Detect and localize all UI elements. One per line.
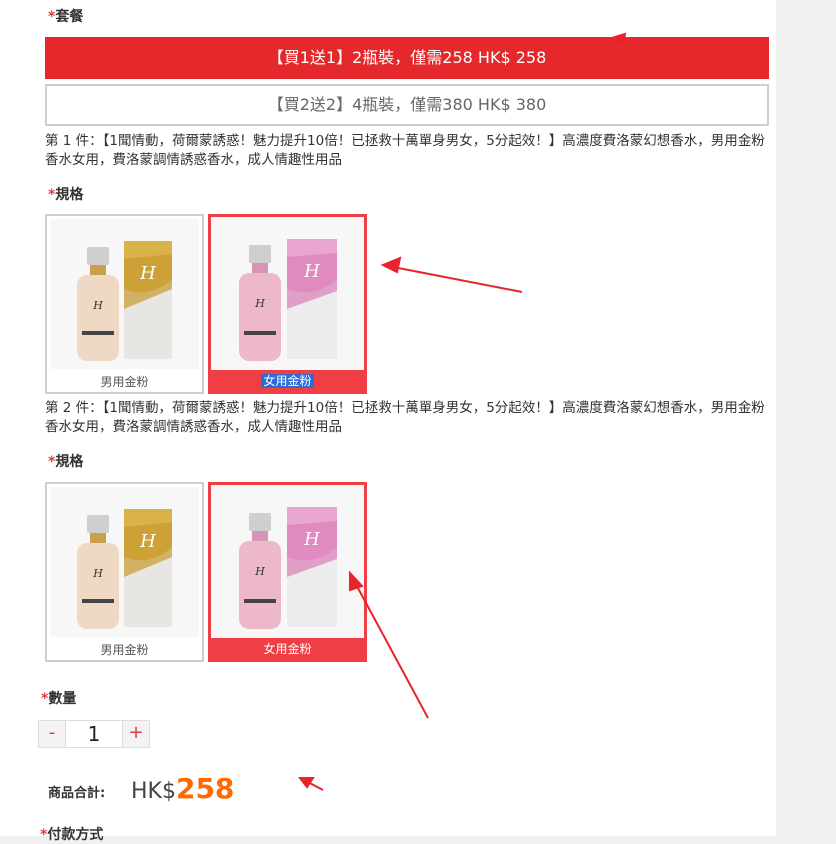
quantity-decrement-button[interactable]: - xyxy=(39,721,65,747)
spec-option-women-pink[interactable]: H H 女用金粉 xyxy=(208,214,367,394)
spec-caption: 男用金粉 xyxy=(100,375,149,389)
svg-text:H: H xyxy=(303,261,320,282)
package-option-label: 【買2送2】4瓶裝，僅需380 HK$ 380 xyxy=(267,95,547,114)
quantity-input[interactable]: 1 xyxy=(65,721,123,747)
svg-text:H: H xyxy=(254,297,265,310)
total-price: HK$258 xyxy=(131,772,234,805)
product-image-gold: H H xyxy=(50,487,199,637)
order-panel: *套餐 【買1送1】2瓶裝，僅需258 HK$ 258 【買2送2】4瓶裝，僅需… xyxy=(0,0,776,843)
payment-label: *付款方式 xyxy=(40,827,104,843)
quantity-stepper: - 1 + xyxy=(38,720,150,748)
svg-text:H: H xyxy=(254,565,265,578)
item-1-description: 第 1 件：【1聞情動，荷爾蒙誘惑！魅力提升10倍！已拯救十萬單身男女，5分起效… xyxy=(45,133,765,168)
spec-option-women-pink[interactable]: H H 女用金粉 xyxy=(208,482,367,662)
total-amount: 258 xyxy=(175,772,235,805)
svg-text:H: H xyxy=(92,567,103,580)
total-label: 商品合計: xyxy=(48,786,106,801)
package-option-2[interactable]: 【買2送2】4瓶裝，僅需380 HK$ 380 xyxy=(45,84,769,126)
perfume-bottle-pink-icon: H H xyxy=(211,485,364,638)
spec-caption: 女用金粉 xyxy=(261,374,314,388)
product-image-pink: H H xyxy=(211,485,364,638)
product-image-gold: H H xyxy=(50,219,199,369)
perfume-bottle-gold-icon: H H xyxy=(50,219,199,369)
currency: HK$ xyxy=(131,779,176,804)
spec-option-men-gold[interactable]: H H 男用金粉 xyxy=(45,214,204,394)
perfume-bottle-gold-icon: H H xyxy=(50,487,199,637)
spec-caption: 男用金粉 xyxy=(100,643,149,657)
svg-text:H: H xyxy=(139,263,156,284)
item-1-spec-label: *規格 xyxy=(48,187,84,203)
quantity-increment-button[interactable]: + xyxy=(123,721,149,747)
perfume-bottle-pink-icon: H H xyxy=(211,217,364,370)
spec-option-men-gold[interactable]: H H 男用金粉 xyxy=(45,482,204,662)
svg-text:H: H xyxy=(303,529,320,550)
spec-caption: 女用金粉 xyxy=(263,642,312,656)
package-option-1[interactable]: 【買1送1】2瓶裝，僅需258 HK$ 258 xyxy=(45,37,769,79)
svg-text:H: H xyxy=(92,299,103,312)
item-2-description: 第 2 件：【1聞情動，荷爾蒙誘惑！魅力提升10倍！已拯救十萬單身男女，5分起效… xyxy=(45,400,765,435)
item-2-spec-label: *規格 xyxy=(48,454,84,470)
package-section-label: *套餐 xyxy=(48,9,84,25)
package-option-label: 【買1送1】2瓶裝，僅需258 HK$ 258 xyxy=(267,48,547,67)
quantity-label: *數量 xyxy=(41,691,77,707)
product-image-pink: H H xyxy=(211,217,364,370)
svg-text:H: H xyxy=(139,531,156,552)
